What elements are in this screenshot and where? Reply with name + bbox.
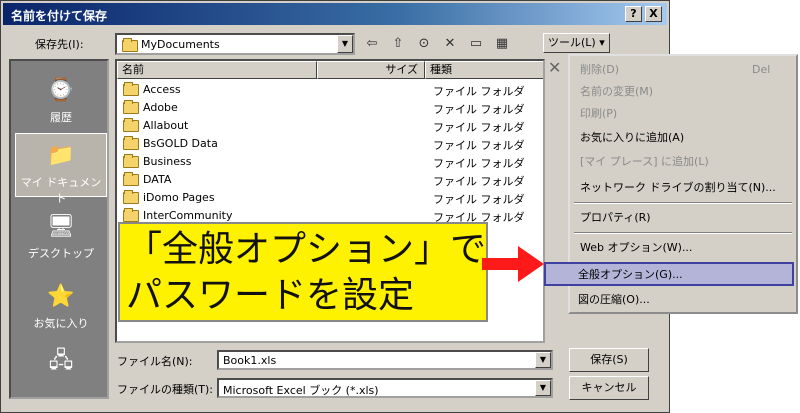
menu-item-web-options[interactable]: Web オプション(W)... — [580, 238, 692, 258]
menu-item-rename[interactable]: 名前の変更(M) — [580, 82, 653, 102]
column-size[interactable]: サイズ — [317, 61, 425, 79]
callout-line-2: パスワードを設定 — [126, 275, 415, 316]
list-item[interactable]: Access ファイル フォルダ — [121, 81, 541, 99]
close-button[interactable]: X — [645, 6, 662, 22]
menu-item-add-my-places[interactable]: [マイ プレース] に追加(L) — [580, 152, 709, 172]
folder-icon — [123, 136, 139, 150]
chevron-down-icon[interactable]: ▼ — [535, 352, 551, 368]
tools-button[interactable]: ツール(L) ▾ — [543, 33, 610, 53]
toolbar: ⇦ ⇧ ⊙ ✕ ▭ ▦ — [361, 31, 513, 55]
place-my-documents[interactable]: 📁 マイ ドキュメント — [15, 133, 107, 205]
views-icon[interactable]: ▦ — [491, 32, 513, 54]
column-type[interactable]: 種類 — [425, 61, 543, 79]
search-web-icon[interactable]: ⊙ — [413, 32, 435, 54]
up-folder-icon[interactable]: ⇧ — [387, 32, 409, 54]
menu-item-add-favorites[interactable]: お気に入りに追加(A) — [580, 128, 684, 148]
place-label: デスクトップ — [28, 247, 94, 260]
filetype-label: ファイルの種類(T): — [117, 383, 214, 396]
window-title: 名前を付けて保存 — [11, 9, 108, 23]
callout-line-1: 「全般オプション」で — [126, 229, 487, 270]
folder-icon — [123, 82, 139, 96]
desktop-icon: 🖥 — [47, 213, 75, 239]
place-label: お気に入り — [33, 317, 89, 330]
red-arrow-icon — [482, 246, 544, 282]
save-in-value: MyDocuments — [141, 38, 220, 51]
close-icon[interactable]: ✕ — [548, 58, 561, 77]
title-bar: 名前を付けて保存 ? X — [3, 3, 667, 25]
menu-separator — [574, 202, 792, 204]
chevron-down-icon[interactable]: ▼ — [337, 35, 353, 53]
folder-icon — [123, 172, 139, 186]
folder-icon — [123, 154, 139, 168]
filename-input[interactable]: Book1.xls ▼ — [217, 350, 553, 370]
filetype-select[interactable]: Microsoft Excel ブック (*.xls) ▼ — [217, 378, 553, 398]
back-icon[interactable]: ⇦ — [361, 32, 383, 54]
folder-icon — [122, 38, 138, 52]
list-item[interactable]: Allabout ファイル フォルダ — [121, 117, 541, 135]
help-button[interactable]: ? — [625, 6, 642, 22]
annotation-callout: 「全般オプション」で パスワードを設定 — [118, 222, 488, 322]
filename-label: ファイル名(N): — [117, 355, 193, 368]
menu-item-delete[interactable]: 削除(D) Del — [580, 60, 794, 80]
save-in-combo[interactable]: MyDocuments ▼ — [115, 33, 355, 55]
place-history[interactable]: ⌚ 履歴 — [15, 69, 107, 133]
folder-icon — [123, 208, 139, 222]
menu-item-map-network-drive[interactable]: ネットワーク ドライブの割り当て(N)... — [580, 178, 776, 198]
menu-item-print[interactable]: 印刷(P) — [580, 104, 617, 124]
filetype-value: Microsoft Excel ブック (*.xls) — [223, 384, 379, 397]
list-item[interactable]: Adobe ファイル フォルダ — [121, 99, 541, 117]
chevron-down-icon[interactable]: ▼ — [535, 380, 551, 396]
folder-icon — [123, 118, 139, 132]
menu-item-general-options: 全般オプション(G)... — [578, 268, 683, 281]
folder-icon — [123, 100, 139, 114]
place-favorites[interactable]: ⭐ お気に入り — [15, 275, 107, 339]
place-network[interactable]: 🖧 — [15, 341, 107, 405]
save-button[interactable]: 保存(S) — [569, 348, 649, 372]
list-item[interactable]: iDomo Pages ファイル フォルダ — [121, 189, 541, 207]
place-label: マイ ドキュメント — [20, 176, 102, 205]
place-desktop[interactable]: 🖥 デスクトップ — [15, 205, 107, 269]
list-item[interactable]: Business ファイル フォルダ — [121, 153, 541, 171]
save-in-label: 保存先(I): — [35, 38, 84, 51]
cancel-button[interactable]: キャンセル — [569, 376, 649, 400]
list-item[interactable]: BsGOLD Data ファイル フォルダ — [121, 135, 541, 153]
place-label: 履歴 — [50, 111, 72, 124]
menu-item-properties[interactable]: プロパティ(R) — [580, 208, 651, 228]
history-icon: ⌚ — [47, 77, 75, 103]
list-item[interactable]: DATA ファイル フォルダ — [121, 171, 541, 189]
my-documents-icon: 📁 — [47, 142, 75, 168]
favorites-icon: ⭐ — [47, 283, 75, 309]
menu-item-compress-pictures[interactable]: 図の圧縮(O)... — [578, 290, 650, 310]
places-bar: ⌚ 履歴 📁 マイ ドキュメント 🖥 デスクトップ ⭐ お気に入り 🖧 — [9, 59, 109, 399]
delete-icon[interactable]: ✕ — [439, 32, 461, 54]
menu-item-general-options-highlight[interactable]: 全般オプション(G)... — [544, 262, 794, 286]
column-name[interactable]: 名前 — [117, 61, 317, 79]
new-folder-icon[interactable]: ▭ — [465, 32, 487, 54]
folder-icon — [123, 190, 139, 204]
network-icon: 🖧 — [48, 348, 74, 373]
menu-separator — [574, 232, 792, 234]
filename-value: Book1.xls — [223, 354, 277, 367]
